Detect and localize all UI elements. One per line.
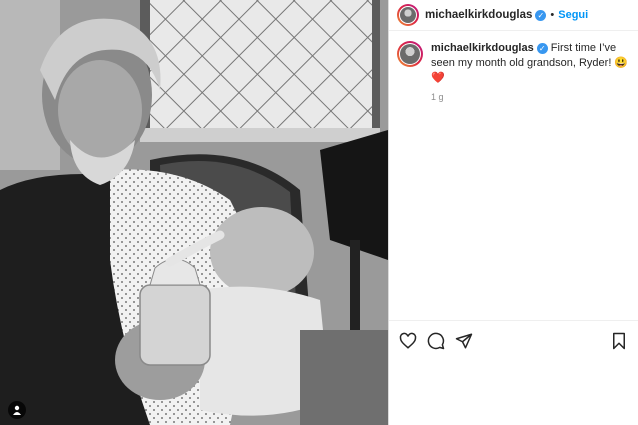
heart-emoji: ❤️ <box>431 72 445 84</box>
photo-illustration <box>0 0 388 425</box>
post-header: michaelkirkdouglas ✓ • Segui <box>389 0 638 31</box>
paper-plane-icon[interactable] <box>453 330 475 352</box>
user-tag-icon[interactable] <box>8 401 26 419</box>
instagram-post: michaelkirkdouglas ✓ • Segui michaelkirk… <box>0 0 638 425</box>
avatar[interactable] <box>397 4 419 26</box>
follow-button[interactable]: Segui <box>558 9 588 21</box>
caption-text: michaelkirkdouglas ✓ First time I’ve seen… <box>431 41 629 86</box>
timestamp[interactable]: 1 g <box>431 92 638 102</box>
action-bar <box>389 320 638 360</box>
caption-username-link[interactable]: michaelkirkdouglas <box>431 42 534 54</box>
bookmark-icon[interactable] <box>608 330 630 352</box>
caption-avatar[interactable] <box>397 41 423 67</box>
comment-bubble-icon[interactable] <box>425 330 447 352</box>
username-link[interactable]: michaelkirkdouglas <box>425 9 532 21</box>
post-sidebar: michaelkirkdouglas ✓ • Segui michaelkirk… <box>388 0 638 425</box>
heart-outline-icon[interactable] <box>397 330 419 352</box>
verified-badge-icon: ✓ <box>536 43 548 54</box>
separator-dot: • <box>550 9 555 21</box>
post-photo[interactable] <box>0 0 388 425</box>
caption-block: michaelkirkdouglas ✓ First time I’ve seen… <box>389 31 638 86</box>
verified-badge-icon: ✓ <box>535 9 547 21</box>
